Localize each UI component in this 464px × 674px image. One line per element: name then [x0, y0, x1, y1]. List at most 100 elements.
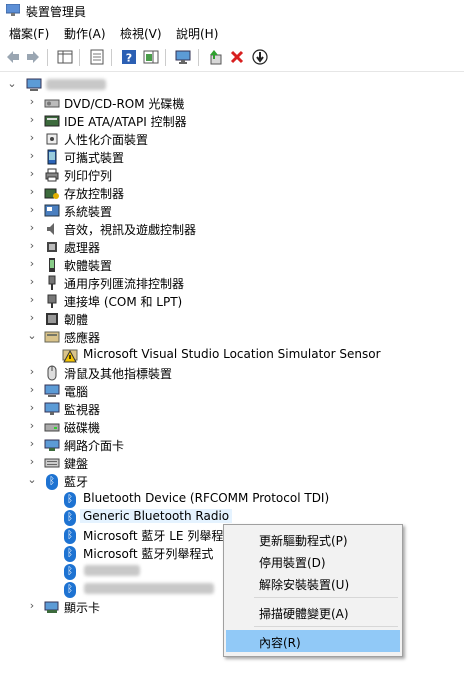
bluetooth-icon: ᛒ — [64, 546, 76, 562]
menu-bar: 檔案(F) 動作(A) 檢視(V) 說明(H) — [0, 22, 464, 42]
processor-icon — [47, 242, 57, 252]
bluetooth-icon: ᛒ — [64, 582, 76, 598]
chevron-down-icon[interactable]: ⌄ — [26, 330, 38, 342]
tree-category[interactable]: › 存放控制器 — [0, 184, 464, 202]
chevron-right-icon[interactable]: › — [26, 312, 38, 324]
context-update-driver[interactable]: 更新驅動程式(P) — [226, 528, 400, 550]
tree-category[interactable]: › 列印佇列 — [0, 166, 464, 184]
tree-category[interactable]: › 電腦 — [0, 382, 464, 400]
context-separator — [254, 597, 398, 598]
chevron-right-icon[interactable]: › — [26, 204, 38, 216]
chevron-right-icon[interactable]: › — [26, 384, 38, 396]
chevron-right-icon[interactable]: › — [26, 222, 38, 234]
firmware-icon — [46, 313, 58, 325]
tree-category-label: 藍牙 — [64, 475, 89, 489]
disable-device-icon[interactable] — [252, 49, 268, 65]
chevron-right-icon[interactable]: › — [26, 420, 38, 432]
tree-category[interactable]: › 鍵盤 — [0, 454, 464, 472]
display-adapter-icon — [44, 601, 59, 613]
chevron-right-icon[interactable]: › — [26, 186, 38, 198]
context-item-label: 更新驅動程式(P) — [259, 534, 348, 548]
chevron-right-icon[interactable]: › — [26, 96, 38, 108]
uninstall-x-icon[interactable] — [229, 49, 245, 65]
help-icon[interactable]: ? — [121, 49, 137, 65]
redacted-computer-name — [46, 79, 106, 90]
svg-text:?: ? — [126, 52, 132, 65]
context-scan-hardware[interactable]: 掃描硬體變更(A) — [226, 601, 400, 623]
tree-device[interactable]: ᛒ Bluetooth Device (RFCOMM Protocol TDI) — [0, 490, 464, 508]
chevron-right-icon[interactable]: › — [26, 276, 38, 288]
tree-category-label: 可攜式裝置 — [64, 151, 125, 165]
tree-category[interactable]: › 音效，視訊及遊戲控制器 — [0, 220, 464, 238]
sensor-icon — [44, 331, 60, 343]
computer-icon — [26, 78, 42, 91]
tree-category-label: IDE ATA/ATAPI 控制器 — [64, 115, 187, 129]
chevron-right-icon[interactable]: › — [26, 168, 38, 180]
chevron-down-icon[interactable]: ⌄ — [26, 474, 38, 486]
tree-category[interactable]: › 處理器 — [0, 238, 464, 256]
tree-category-label: 滑鼠及其他指標裝置 — [64, 367, 173, 381]
tree-category[interactable]: ⌄ ᛒ 藍牙 — [0, 472, 464, 490]
menu-view[interactable]: 檢視(V) — [120, 25, 162, 42]
redacted-device-name — [84, 583, 214, 594]
tree-category[interactable]: › 監視器 — [0, 400, 464, 418]
scan-hardware-monitor-icon[interactable] — [175, 49, 191, 65]
usb-icon — [48, 275, 56, 290]
context-uninstall-device[interactable]: 解除安裝裝置(U) — [226, 572, 400, 594]
chevron-right-icon[interactable]: › — [26, 366, 38, 378]
show-hide-console-tree-icon[interactable] — [57, 49, 73, 65]
back-arrow-icon[interactable] — [5, 49, 21, 65]
tree-category[interactable]: › 磁碟機 — [0, 418, 464, 436]
chevron-right-icon[interactable]: › — [26, 438, 38, 450]
tree-category[interactable]: › 軟體裝置 — [0, 256, 464, 274]
tree-category[interactable]: › DVD/CD-ROM 光碟機 — [0, 94, 464, 112]
chevron-right-icon[interactable]: › — [26, 114, 38, 126]
bluetooth-icon: ᛒ — [64, 528, 76, 544]
context-properties[interactable]: 內容(R) — [226, 630, 400, 652]
tree-root[interactable]: ⌄ — [0, 76, 464, 94]
chevron-down-icon[interactable]: ⌄ — [6, 78, 18, 90]
chevron-right-icon[interactable]: › — [26, 258, 38, 270]
tree-category-label: 鍵盤 — [64, 457, 89, 471]
tree-category[interactable]: › IDE ATA/ATAPI 控制器 — [0, 112, 464, 130]
chevron-right-icon[interactable]: › — [26, 456, 38, 468]
bluetooth-icon: ᛒ — [64, 564, 76, 580]
chevron-right-icon[interactable]: › — [26, 150, 38, 162]
ide-controller-icon — [44, 115, 60, 127]
tree-category[interactable]: › 系統裝置 — [0, 202, 464, 220]
menu-help[interactable]: 說明(H) — [176, 25, 218, 42]
tree-category-label: 感應器 — [64, 331, 101, 345]
bluetooth-icon: ᛒ — [64, 492, 76, 508]
portable-device-icon — [47, 149, 57, 165]
menu-file[interactable]: 檔案(F) — [9, 25, 49, 42]
tree-category[interactable]: › 連接埠 (COM 和 LPT) — [0, 292, 464, 310]
tree-category[interactable]: › 滑鼠及其他指標裝置 — [0, 364, 464, 382]
toolbar-separator — [79, 49, 80, 66]
forward-arrow-icon[interactable] — [25, 49, 41, 65]
tree-device-label: Bluetooth Device (RFCOMM Protocol TDI) — [83, 491, 330, 505]
tree-category[interactable]: › 人性化介面裝置 — [0, 130, 464, 148]
chevron-right-icon[interactable]: › — [26, 600, 38, 612]
context-disable-device[interactable]: 停用裝置(D) — [226, 550, 400, 572]
title-bar: 裝置管理員 — [0, 0, 464, 22]
properties-sheet-icon[interactable] — [89, 49, 105, 65]
chevron-right-icon[interactable]: › — [26, 240, 38, 252]
context-menu: 更新驅動程式(P) 停用裝置(D) 解除安裝裝置(U) 掃描硬體變更(A) 內容… — [223, 524, 403, 657]
menu-action[interactable]: 動作(A) — [64, 25, 106, 42]
monitor-icon — [44, 402, 60, 415]
device-manager-icon — [6, 4, 20, 16]
tree-device-label: Microsoft Visual Studio Location Simulat… — [83, 347, 381, 361]
chevron-right-icon[interactable]: › — [26, 132, 38, 144]
tree-category[interactable]: ⌄ 感應器 — [0, 328, 464, 346]
tree-category[interactable]: › 韌體 — [0, 310, 464, 328]
chevron-right-icon[interactable]: › — [26, 294, 38, 306]
tree-device[interactable]: Microsoft Visual Studio Location Simulat… — [0, 346, 464, 364]
tree-category[interactable]: › 網路介面卡 — [0, 436, 464, 454]
tree-category[interactable]: › 可攜式裝置 — [0, 148, 464, 166]
window-title: 裝置管理員 — [26, 5, 87, 19]
action-pane-icon[interactable] — [143, 49, 159, 65]
hid-icon — [46, 133, 58, 145]
update-driver-icon[interactable] — [207, 49, 223, 65]
chevron-right-icon[interactable]: › — [26, 402, 38, 414]
tree-category[interactable]: › 通用序列匯流排控制器 — [0, 274, 464, 292]
